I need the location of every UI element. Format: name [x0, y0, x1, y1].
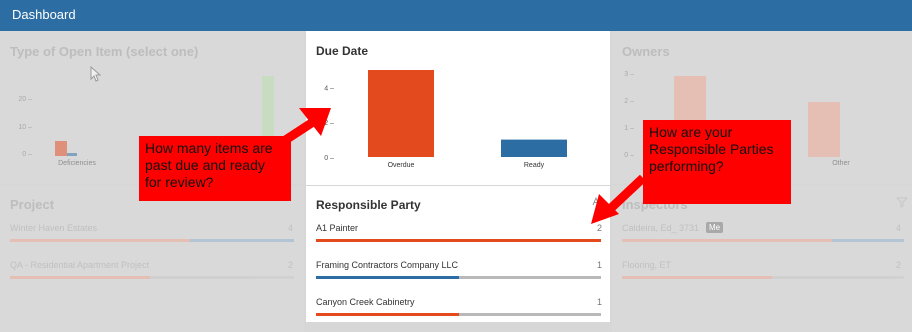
panel-title: Project — [10, 197, 55, 212]
y-tick: 1 – — [624, 125, 634, 132]
due-date-chart: 4 –2 –0 –Overdue Ready — [324, 70, 567, 169]
y-tick: 0 – — [22, 151, 32, 158]
bar-owner-other[interactable] — [808, 102, 840, 157]
bar-deficiencies[interactable] — [55, 141, 67, 156]
bar-deficiencies-secondary[interactable] — [67, 153, 77, 156]
responsible-party-label[interactable]: A1 Painter — [316, 223, 358, 233]
me-badge: Me — [706, 222, 724, 233]
category-label: Other — [832, 160, 850, 167]
category-label: Ready — [524, 162, 545, 169]
category-label: Overdue — [388, 162, 415, 169]
inspector-item-count: 4 — [896, 223, 902, 233]
responsible-party-count: 1 — [596, 297, 602, 307]
callout-past-due: How many items are past due and ready fo… — [139, 136, 291, 201]
project-item-count: 4 — [288, 223, 294, 233]
responsible-party-label[interactable]: Framing Contractors Company LLC — [316, 260, 458, 270]
top-bar: Dashboard — [0, 0, 912, 31]
bar-overdue[interactable] — [368, 70, 434, 157]
callout-responsible-parties: How are your Responsible Parties perform… — [643, 120, 791, 204]
bar-ready[interactable] — [501, 139, 567, 157]
filter-icon[interactable] — [896, 196, 908, 208]
y-tick: 3 – — [624, 71, 634, 78]
responsible-party-label[interactable]: Canyon Creek Cabinetry — [316, 297, 415, 307]
arrow-right-callout-icon — [591, 174, 647, 224]
inspector-item-count: 2 — [896, 260, 902, 270]
app-title: Dashboard — [12, 7, 76, 22]
progress-fill — [316, 313, 459, 316]
progress-fill — [316, 276, 459, 279]
project-item-label[interactable]: Winter Haven Estates — [10, 223, 97, 233]
mouse-cursor-icon — [90, 66, 102, 82]
progress-fill — [316, 239, 601, 242]
responsible-party-card[interactable]: Responsible Party A1 Painter 2 Framing Con… — [306, 186, 610, 322]
project-panel[interactable]: Project Winter Haven Estates 4 QA - Resi… — [0, 186, 304, 332]
due-date-card[interactable]: Due Date 4 –2 –0 – Overdue Ready — [306, 31, 610, 185]
y-tick: 2 – — [624, 98, 634, 105]
project-item-label[interactable]: QA - Residential Apartment Project — [10, 260, 149, 270]
y-tick: 20 – — [18, 96, 32, 103]
project-item-count: 2 — [288, 260, 294, 270]
responsible-party-count: 1 — [596, 260, 602, 270]
y-tick: 0 – — [624, 152, 634, 159]
inspectors-panel[interactable]: Inspectors Caldeira, Ed_ 3731 Me 4 Floor… — [612, 186, 912, 332]
category-label: Deficiencies — [58, 160, 96, 167]
y-tick: 10 – — [18, 124, 32, 131]
inspector-item-label[interactable]: Flooring, ET — [622, 260, 671, 270]
card-title: Responsible Party — [316, 198, 421, 212]
y-tick-label: 4 – — [324, 85, 334, 92]
